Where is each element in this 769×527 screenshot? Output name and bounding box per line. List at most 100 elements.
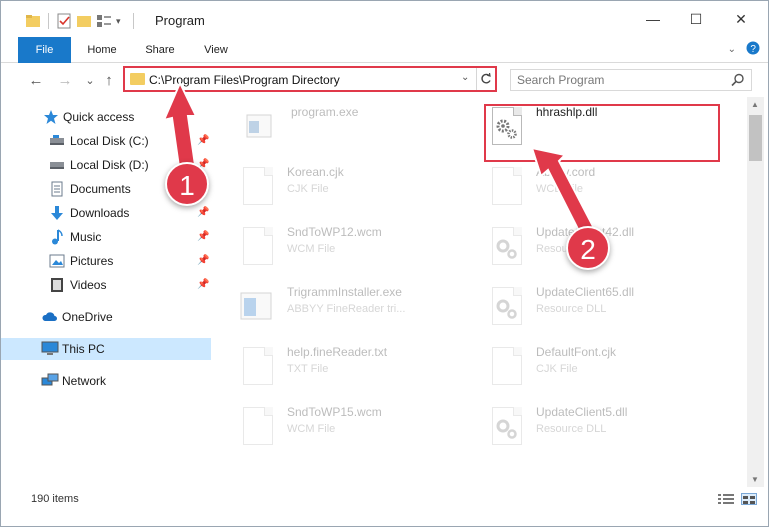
file-item[interactable]: SndToWP15.wcm WCM File [239, 403, 483, 453]
file-type: CJK File [287, 183, 329, 195]
search-input[interactable] [511, 70, 721, 90]
search-box[interactable] [510, 69, 752, 91]
pin-icon: 📌 [197, 207, 210, 218]
refresh-icon [481, 73, 491, 84]
large-icons-view-icon[interactable] [741, 493, 757, 505]
help-icon[interactable]: ? [746, 41, 760, 58]
drive-icon [49, 157, 65, 173]
properties-icon[interactable] [56, 13, 72, 29]
file-item[interactable]: UpdateClient5.dll Resource DLL [488, 403, 732, 453]
drive-icon [49, 133, 65, 149]
file-name: Abbyy.cord [536, 165, 596, 179]
download-icon [49, 205, 65, 221]
file-list: program.exe hhrashlp.dll Korean.cjk CJK … [211, 97, 747, 487]
tab-home[interactable]: Home [79, 37, 125, 63]
blank-file-icon [239, 167, 273, 207]
exe-icon [243, 107, 277, 147]
blank-file-icon [239, 227, 273, 267]
sidebar-item-this-pc[interactable]: This PC [1, 338, 211, 360]
file-name: SndToWP15.wcm [287, 405, 382, 419]
minimize-button[interactable]: — [630, 1, 676, 37]
file-type: TXT File [287, 363, 329, 375]
scroll-up-icon[interactable]: ▲ [751, 100, 759, 109]
cloud-icon [41, 309, 57, 325]
file-name: UpdateClient5.dll [536, 405, 628, 419]
recent-locations-button[interactable]: ⌄ [81, 71, 99, 89]
sidebar-item-network[interactable]: Network [1, 370, 211, 392]
tab-file[interactable]: File [18, 37, 71, 63]
sidebar-item-pictures[interactable]: Pictures 📌 [1, 250, 211, 272]
maximize-button[interactable]: ☐ [673, 1, 719, 37]
file-item[interactable]: UpdateClient42.dll Resource DLL [488, 223, 732, 273]
text-file-icon [239, 347, 273, 387]
file-type: Resource DLL [536, 423, 607, 435]
address-bar[interactable]: C:\Program Files\Program Directory ⌄ [123, 66, 497, 92]
search-icon[interactable] [731, 73, 745, 90]
blank-file-icon [488, 347, 522, 387]
expand-ribbon-icon[interactable]: ⌄ [728, 44, 736, 55]
chevron-down-icon[interactable]: ▾ [116, 13, 126, 29]
title-bar: ▾ Program — ☐ ✕ [1, 1, 768, 37]
vertical-scrollbar[interactable]: ▲ ▼ [747, 97, 764, 487]
refresh-button[interactable] [476, 68, 495, 90]
item-count: 190 items [31, 493, 79, 505]
toolbar-divider [48, 13, 49, 29]
file-type: CJK File [536, 363, 578, 375]
file-item[interactable]: program.exe [243, 103, 487, 153]
sidebar-item-quick-access[interactable]: Quick access [1, 106, 211, 128]
file-item[interactable]: Abbyy.cord WCD File [488, 163, 732, 213]
sidebar-item-label: Downloads [70, 206, 130, 220]
file-type: ABBYY FineReader tri... [287, 303, 406, 315]
up-button[interactable]: ↑ [100, 71, 118, 89]
highlight-box [484, 104, 720, 162]
sidebar-item-downloads[interactable]: Downloads 📌 [1, 202, 211, 224]
computer-icon [41, 341, 59, 357]
sidebar-item-label: Videos [70, 278, 107, 292]
tab-share[interactable]: Share [137, 37, 183, 63]
sidebar-item-label: Quick access [63, 110, 135, 124]
new-folder-icon[interactable] [76, 13, 92, 29]
dll-gear-icon [488, 227, 522, 267]
file-name: TrigrammInstaller.exe [287, 285, 402, 299]
file-item[interactable]: UpdateClient65.dll Resource DLL [488, 283, 732, 333]
file-name: DefaultFont.cjk [536, 345, 617, 359]
forward-button[interactable]: → [56, 71, 74, 89]
sidebar-item-videos[interactable]: Videos 📌 [1, 274, 211, 296]
customize-icon[interactable] [96, 13, 112, 29]
file-item[interactable]: SndToWP12.wcm WCM File [239, 223, 483, 273]
blank-file-icon [239, 407, 273, 447]
documents-icon [49, 181, 65, 197]
folder-icon [25, 13, 41, 29]
folder-icon [130, 73, 145, 85]
tab-view[interactable]: View [194, 37, 238, 63]
pin-icon: 📌 [197, 135, 210, 146]
sidebar-item-label: Local Disk (C:) [70, 134, 149, 148]
toolbar-divider [133, 13, 134, 29]
back-button[interactable]: ← [27, 71, 45, 89]
sidebar-item-label: OneDrive [62, 310, 113, 324]
file-name: UpdateClient65.dll [536, 285, 635, 299]
status-bar: 190 items [1, 487, 768, 526]
file-type: WCM File [287, 243, 336, 255]
sidebar-item-label: Pictures [70, 254, 114, 268]
file-item[interactable]: TrigrammInstaller.exe ABBYY FineReader t… [239, 283, 483, 333]
scroll-down-icon[interactable]: ▼ [751, 475, 759, 484]
pictures-icon [49, 253, 65, 269]
file-type: WCD File [536, 183, 584, 195]
ribbon: File Home Share View ⌄ ? [1, 37, 768, 63]
videos-icon [49, 277, 65, 293]
address-path[interactable]: C:\Program Files\Program Directory [149, 73, 340, 87]
sidebar-item-onedrive[interactable]: OneDrive [1, 306, 211, 328]
dll-gear-icon [488, 287, 522, 327]
file-name: help.fineReader.txt [287, 345, 388, 359]
close-button[interactable]: ✕ [718, 1, 764, 37]
scroll-thumb[interactable] [749, 115, 762, 161]
sidebar-item-local-disk-c[interactable]: Local Disk (C:) 📌 [1, 130, 211, 152]
sidebar-item-music[interactable]: Music 📌 [1, 226, 211, 248]
file-item[interactable]: help.fineReader.txt TXT File [239, 343, 483, 393]
file-item[interactable]: DefaultFont.cjk CJK File [488, 343, 732, 393]
file-item[interactable]: Korean.cjk CJK File [239, 163, 483, 213]
chevron-down-icon[interactable]: ⌄ [461, 72, 469, 83]
ribbon-controls: ⌄ ? [728, 41, 760, 58]
details-view-icon[interactable] [718, 493, 734, 505]
